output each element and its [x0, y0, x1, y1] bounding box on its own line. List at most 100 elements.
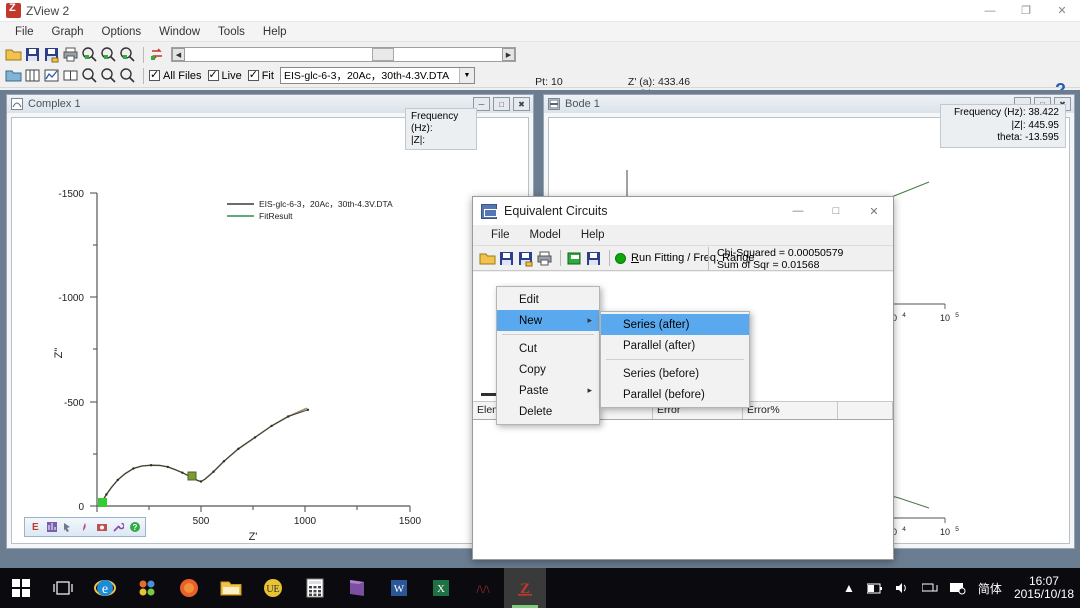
zview-icon[interactable]: Z	[504, 568, 546, 608]
scroll-left-button[interactable]: ◀	[172, 48, 185, 61]
context-menu-paste-label: Paste	[519, 384, 549, 397]
eq-print-icon[interactable]	[536, 250, 553, 267]
battery-icon[interactable]	[866, 583, 883, 594]
run-status-indicator-icon	[615, 252, 626, 264]
legend-label-fit: FitResult	[259, 211, 293, 221]
eq-menu-model[interactable]: Model	[520, 227, 571, 243]
graph-view-icon[interactable]	[43, 67, 60, 84]
windows-start-icon[interactable]	[0, 568, 42, 608]
menu-tools[interactable]: Tools	[209, 24, 254, 40]
zoom-reset-icon[interactable]	[119, 67, 136, 84]
minimize-button[interactable]: —	[972, 0, 1008, 22]
marker-icon[interactable]	[79, 521, 92, 534]
eq-open-folder-icon[interactable]	[479, 250, 496, 267]
context-menu-item-cut[interactable]: Cut	[497, 338, 599, 359]
ue-editor-icon[interactable]: UE	[252, 568, 294, 608]
calculator-icon[interactable]	[294, 568, 336, 608]
svg-text:?: ?	[132, 523, 137, 532]
bode-window-title: Bode 1	[565, 98, 600, 110]
help-icon[interactable]: ?	[128, 521, 141, 534]
svg-text:0: 0	[78, 502, 84, 513]
bode-readout-magnitude-value: 445.95	[1028, 119, 1059, 131]
context-menu-item-paste[interactable]: Paste ▸	[497, 380, 599, 401]
menu-file[interactable]: File	[6, 24, 43, 40]
submenu-item-series-before[interactable]: Series (before)	[601, 363, 749, 384]
action-center-icon[interactable]	[949, 582, 966, 595]
scroll-thumb[interactable]	[372, 48, 394, 61]
swap-axes-icon[interactable]	[149, 46, 166, 63]
save-all-icon[interactable]	[43, 46, 60, 63]
menu-options[interactable]: Options	[93, 24, 151, 40]
context-menu-item-new[interactable]: New ▸	[497, 310, 599, 331]
zoom-region-icon[interactable]	[81, 46, 98, 63]
zoom-out-icon[interactable]	[100, 67, 117, 84]
ime-indicator[interactable]: 简体	[978, 580, 1002, 597]
eq-maximize-button[interactable]: □	[817, 197, 855, 225]
eq-load-model-icon[interactable]	[566, 250, 583, 267]
cursor-b-marker[interactable]	[187, 471, 197, 481]
menu-help[interactable]: Help	[254, 24, 296, 40]
element-parameter-grid[interactable]: Element Value Error Error%	[473, 402, 893, 559]
menu-window[interactable]: Window	[150, 24, 209, 40]
main-titlebar: ZView 2 — ❐ ✕	[0, 0, 1080, 22]
submenu-item-parallel-after[interactable]: Parallel (after)	[601, 335, 749, 356]
zoom-select-icon[interactable]	[119, 46, 136, 63]
chevron-up-icon[interactable]: ▲	[843, 581, 855, 595]
checkbox-live[interactable]: Live	[207, 68, 242, 82]
live-checkbox-box[interactable]	[207, 68, 219, 81]
excel-icon[interactable]: X	[420, 568, 462, 608]
cursor-a-marker[interactable]	[98, 498, 107, 507]
onenote-icon[interactable]	[336, 568, 378, 608]
print-icon[interactable]	[62, 46, 79, 63]
zoom-in-icon[interactable]	[81, 67, 98, 84]
complex-close-button[interactable]: ✖	[513, 97, 530, 111]
word-icon[interactable]: W	[378, 568, 420, 608]
context-menu-item-delete[interactable]: Delete	[497, 401, 599, 422]
main-toolbar: ◀ ▶ All Files	[0, 42, 1080, 125]
bode-readout-theta: theta: -13.595	[947, 132, 1059, 145]
scroll-right-button[interactable]: ▶	[502, 48, 515, 61]
close-button[interactable]: ✕	[1044, 0, 1080, 22]
eq-minimize-button[interactable]: —	[779, 197, 817, 225]
wrench-icon[interactable]	[112, 521, 125, 534]
complex-plot-canvas[interactable]: -1500 -1000 -500 0 0 500 1000 1500 Z' Z"	[11, 117, 529, 544]
network-tool-icon[interactable]	[126, 568, 168, 608]
checkbox-all-files[interactable]: All Files	[149, 68, 202, 82]
submenu-item-series-after[interactable]: Series (after)	[601, 314, 749, 335]
internet-explorer-icon[interactable]: e	[84, 568, 126, 608]
data-scrollbar[interactable]: ◀ ▶	[171, 47, 516, 62]
origin-icon[interactable]: /\/\	[462, 568, 504, 608]
menu-graph[interactable]: Graph	[43, 24, 93, 40]
eq-save-as-icon[interactable]	[517, 250, 534, 267]
open-data-icon[interactable]	[5, 67, 22, 84]
eq-close-button[interactable]: ✕	[855, 197, 893, 225]
eq-save-model-icon[interactable]	[585, 250, 602, 267]
clock[interactable]: 16:07 2015/10/18	[1014, 575, 1074, 601]
context-menu-item-copy[interactable]: Copy	[497, 359, 599, 380]
cursor-icon[interactable]	[62, 521, 75, 534]
chart-icon[interactable]	[46, 521, 59, 534]
camera-icon[interactable]	[95, 521, 108, 534]
file-explorer-icon[interactable]	[210, 568, 252, 608]
context-menu-item-edit[interactable]: Edit	[497, 289, 599, 310]
volume-icon[interactable]	[895, 582, 910, 594]
complex-maximize-button[interactable]: □	[493, 97, 510, 111]
eq-menu-file[interactable]: File	[481, 227, 520, 243]
all-files-checkbox-box[interactable]	[149, 68, 160, 81]
task-view-icon[interactable]	[42, 568, 84, 608]
checkbox-fit[interactable]: Fit	[247, 68, 274, 82]
file-selector-combo[interactable]: EIS-glc-6-3，20Ac，30th-4.3V.DTA ▼	[279, 67, 475, 84]
eq-save-icon[interactable]	[498, 250, 515, 267]
e-icon[interactable]: E	[29, 521, 42, 534]
zoom-fit-icon[interactable]	[100, 46, 117, 63]
firefox-icon[interactable]	[168, 568, 210, 608]
split-view-icon[interactable]	[62, 67, 79, 84]
open-folder-icon[interactable]	[5, 46, 22, 63]
restore-button[interactable]: ❐	[1008, 0, 1044, 22]
submenu-item-parallel-before[interactable]: Parallel (before)	[601, 384, 749, 405]
fit-checkbox-box[interactable]	[247, 68, 259, 81]
eq-menu-help[interactable]: Help	[571, 227, 615, 243]
network-icon[interactable]	[921, 582, 938, 594]
table-view-icon[interactable]	[24, 67, 41, 84]
save-icon[interactable]	[24, 46, 41, 63]
